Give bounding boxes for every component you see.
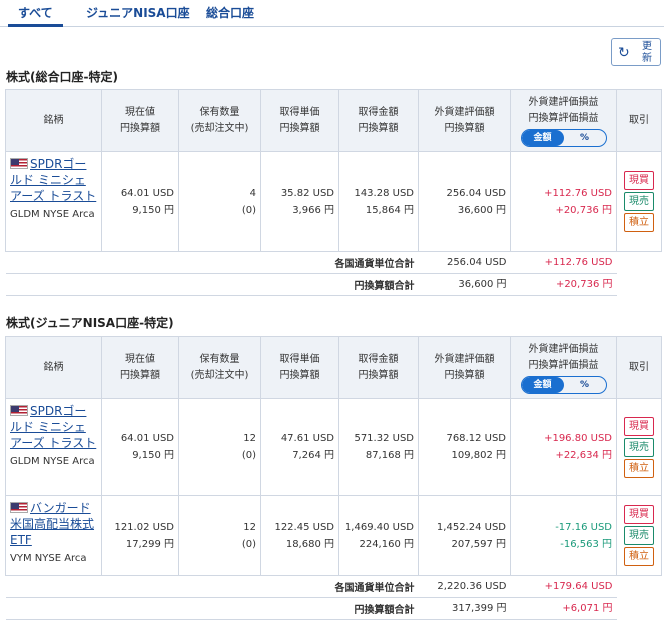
us-flag-icon xyxy=(10,502,28,513)
jpy-total-pl: +6,071 円 xyxy=(510,597,617,620)
section-title-junior-nisa: 株式(ジュニアNISA口座-特定) xyxy=(6,316,174,330)
cost-cell: 122.45 USD 18,680 円 xyxy=(260,495,339,576)
pl-cell: +196.80 USD +22,634 円 xyxy=(510,398,617,496)
jpy-total-row: 円換算額合計 36,600 円 +20,736 円 xyxy=(5,273,662,296)
holdings-table-junior-nisa: 銘柄 現在値 円換算額 保有数量 (売却注文中) 取得単価 円換算額 取得金額 円換算額… xyxy=(5,336,662,620)
cost-total-cell: 1,469.40 USD 224,160 円 xyxy=(338,495,419,576)
refresh-icon: ↻ xyxy=(618,44,630,60)
value-cell: 1,452.24 USD 207,597 円 xyxy=(418,495,511,576)
accumulate-button[interactable]: 積立 xyxy=(624,458,654,478)
col-header-value: 外貨建評価額 円換算額 xyxy=(418,89,511,152)
qty-cell: 12 (0) xyxy=(178,495,261,576)
name-cell: バンガード米国高配当株式ETF VYM NYSE Arca xyxy=(5,495,102,576)
price-cell: 64.01 USD 9,150 円 xyxy=(101,151,179,252)
jpy-total-row: 円換算額合計 317,399 円 +6,071 円 xyxy=(5,597,662,620)
toggle-percent[interactable]: % xyxy=(564,377,606,393)
section-title-general: 株式(総合口座-特定) xyxy=(6,70,118,84)
fx-total-label: 各国通貨単位合計 xyxy=(5,575,419,598)
name-cell: SPDRゴールド ミニシェアーズ トラスト GLDM NYSE Arca xyxy=(5,151,102,252)
fx-total-value: 2,220.36 USD xyxy=(418,575,511,598)
col-header-cost: 取得単価 円換算額 xyxy=(260,336,339,399)
col-header-trade: 取引 xyxy=(616,89,662,152)
jpy-total-label: 円換算額合計 xyxy=(5,597,419,620)
table-row: SPDRゴールド ミニシェアーズ トラスト GLDM NYSE Arca 64.… xyxy=(5,398,662,496)
fx-total-row: 各国通貨単位合計 2,220.36 USD +179.64 USD xyxy=(5,575,662,598)
accumulate-button[interactable]: 積立 xyxy=(624,213,654,232)
col-header-name: 銘柄 xyxy=(5,89,102,152)
value-cell: 256.04 USD 36,600 円 xyxy=(418,151,511,252)
cost-cell: 35.82 USD 3,966 円 xyxy=(260,151,339,252)
col-header-pl: 外貨建評価損益 円換算評価損益 金額% xyxy=(510,89,617,152)
table-row: SPDRゴールド ミニシェアーズ トラスト GLDM NYSE Arca 64.… xyxy=(5,151,662,252)
qty-cell: 4 (0) xyxy=(178,151,261,252)
tab-all[interactable]: すべて xyxy=(8,3,63,27)
tab-junior-nisa[interactable]: ジュニアNISA口座 xyxy=(86,3,190,27)
jpy-total-label: 円換算額合計 xyxy=(5,273,419,296)
price-cell: 64.01 USD 9,150 円 xyxy=(101,398,179,496)
holdings-table-general: 銘柄 現在値 円換算額 保有数量 (売却注文中) 取得単価 円換算額 取得金額 円換算額… xyxy=(5,89,662,296)
ticker-label: GLDM NYSE Arca xyxy=(10,456,95,467)
name-cell: SPDRゴールド ミニシェアーズ トラスト GLDM NYSE Arca xyxy=(5,398,102,496)
cost-total-cell: 143.28 USD 15,864 円 xyxy=(338,151,419,252)
fx-total-pl: +179.64 USD xyxy=(510,575,617,598)
us-flag-icon xyxy=(10,158,28,169)
trade-cell: 現買 現売 積立 xyxy=(616,495,662,576)
accumulate-button[interactable]: 積立 xyxy=(624,547,654,566)
sell-button[interactable]: 現売 xyxy=(624,437,654,457)
ticker-label: GLDM NYSE Arca xyxy=(10,209,95,220)
us-flag-icon xyxy=(10,405,28,416)
col-header-price: 現在値 円換算額 xyxy=(101,89,179,152)
sell-button[interactable]: 現売 xyxy=(624,526,654,545)
col-header-pl: 外貨建評価損益 円換算評価損益 金額% xyxy=(510,336,617,399)
buy-button[interactable]: 現買 xyxy=(624,505,654,524)
col-header-cost-total: 取得金額 円換算額 xyxy=(338,89,419,152)
fx-total-row: 各国通貨単位合計 256.04 USD +112.76 USD xyxy=(5,251,662,274)
sell-button[interactable]: 現売 xyxy=(624,192,654,211)
fx-total-label: 各国通貨単位合計 xyxy=(5,251,419,274)
toggle-amount[interactable]: 金額 xyxy=(521,129,564,146)
tab-general-account[interactable]: 総合口座 xyxy=(206,3,254,27)
pl-display-toggle[interactable]: 金額% xyxy=(520,128,607,147)
toggle-amount[interactable]: 金額 xyxy=(521,376,564,393)
value-cell: 768.12 USD 109,802 円 xyxy=(418,398,511,496)
jpy-total-value: 317,399 円 xyxy=(418,597,511,620)
col-header-qty: 保有数量 (売却注文中) xyxy=(178,336,261,399)
buy-button[interactable]: 現買 xyxy=(624,416,654,436)
cost-total-cell: 571.32 USD 87,168 円 xyxy=(338,398,419,496)
refresh-button[interactable]: ↻ 更新 xyxy=(611,38,661,66)
col-header-qty: 保有数量 (売却注文中) xyxy=(178,89,261,152)
ticker-label: VYM NYSE Arca xyxy=(10,553,87,564)
col-header-name: 銘柄 xyxy=(5,336,102,399)
trade-cell: 現買 現売 積立 xyxy=(616,398,662,496)
refresh-label: 更新 xyxy=(642,41,652,64)
col-header-cost-total: 取得金額 円換算額 xyxy=(338,336,419,399)
fx-total-value: 256.04 USD xyxy=(418,251,511,274)
price-cell: 121.02 USD 17,299 円 xyxy=(101,495,179,576)
col-header-cost: 取得単価 円換算額 xyxy=(260,89,339,152)
pl-cell: +112.76 USD +20,736 円 xyxy=(510,151,617,252)
table-row: バンガード米国高配当株式ETF VYM NYSE Arca 121.02 USD… xyxy=(5,495,662,576)
trade-cell: 現買 現売 積立 xyxy=(616,151,662,252)
col-header-value: 外貨建評価額 円換算額 xyxy=(418,336,511,399)
account-tabbar: すべて ジュニアNISA口座 総合口座 xyxy=(0,0,664,27)
toggle-percent[interactable]: % xyxy=(564,130,606,146)
col-header-trade: 取引 xyxy=(616,336,662,399)
pl-display-toggle[interactable]: 金額% xyxy=(520,375,607,394)
col-header-price: 現在値 円換算額 xyxy=(101,336,179,399)
cost-cell: 47.61 USD 7,264 円 xyxy=(260,398,339,496)
fx-total-pl: +112.76 USD xyxy=(510,251,617,274)
qty-cell: 12 (0) xyxy=(178,398,261,496)
pl-cell: -17.16 USD -16,563 円 xyxy=(510,495,617,576)
jpy-total-value: 36,600 円 xyxy=(418,273,511,296)
buy-button[interactable]: 現買 xyxy=(624,171,654,190)
jpy-total-pl: +20,736 円 xyxy=(510,273,617,296)
